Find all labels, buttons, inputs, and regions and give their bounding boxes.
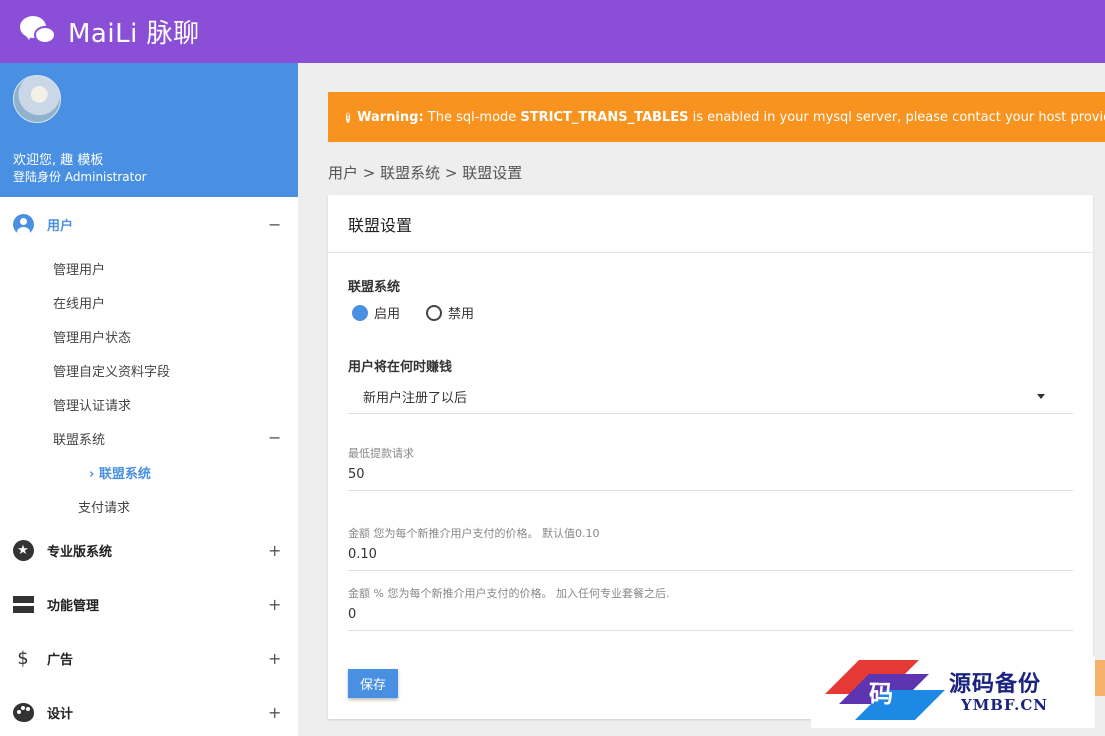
amount-input[interactable]: 0.10	[348, 547, 1073, 570]
sidebar-item-custom-fields[interactable]: 管理自定义资料字段	[53, 361, 170, 380]
nav-label-ads: 广告	[47, 652, 74, 668]
radio-enable[interactable]: 启用	[352, 303, 400, 322]
top-bar: MaiLi 脉聊	[0, 0, 1105, 63]
earn-when-value: 新用户注册了以后	[363, 391, 468, 406]
alert-icon: !	[346, 111, 351, 123]
watermark-emblem-icon: 码	[825, 660, 945, 720]
nav-section-pro[interactable]: ★ 专业版系统 +	[0, 530, 298, 570]
bars-icon	[12, 593, 34, 615]
warning-text: The sql-mode	[423, 109, 521, 125]
watermark-logo: 码 源码备份 YMBF.CN	[811, 656, 1095, 728]
earn-when-label: 用户将在何时赚钱	[348, 360, 453, 375]
sidebar-item-online-users[interactable]: 在线用户	[53, 293, 105, 312]
min-withdraw-label: 最低提款请求	[348, 447, 414, 460]
welcome-text: 欢迎您, 趣 模板	[13, 153, 104, 168]
nav-section-design[interactable]: 设计 +	[0, 692, 298, 732]
amount-field[interactable]: 金额 您为每个新推介用户支付的价格。 默认值0.10 0.10	[348, 525, 1073, 571]
breadcrumb: 用户 > 联盟系统 > 联盟设置	[328, 164, 523, 182]
radio-disable-label: 禁用	[448, 307, 475, 322]
chevron-right-icon: ›	[89, 467, 95, 482]
watermark-title: 源码备份	[949, 672, 1042, 697]
avatar[interactable]	[13, 75, 61, 123]
collapse-icon[interactable]: −	[268, 428, 281, 447]
radio-checked-icon[interactable]	[352, 304, 368, 321]
collapse-icon[interactable]: −	[268, 215, 281, 234]
warning-mode: STRICT_TRANS_TABLES	[520, 109, 689, 125]
percent-label: 金额 % 您为每个新推介用户支付的价格。 加入任何专业套餐之后.	[348, 587, 670, 600]
card-title: 联盟设置	[328, 195, 1093, 253]
affiliate-system-label: 联盟系统	[348, 280, 401, 295]
percent-field[interactable]: 金额 % 您为每个新推介用户支付的价格。 加入任何专业套餐之后. 0	[348, 585, 1073, 631]
nav-section-features[interactable]: 功能管理 +	[0, 584, 298, 624]
sidebar-item-manage-users[interactable]: 管理用户	[53, 259, 105, 278]
user-circle-icon	[12, 213, 34, 235]
min-withdraw-input[interactable]: 50	[348, 467, 1073, 490]
sidebar-item-affiliate-settings[interactable]: › 联盟系统	[89, 463, 151, 482]
watermark-glyph: 码	[869, 680, 893, 708]
nav-label-design: 设计	[47, 706, 74, 722]
nav-section-ads[interactable]: $ 广告 +	[0, 638, 298, 678]
caret-down-icon	[1037, 394, 1045, 399]
warning-prefix: Warning:	[357, 109, 424, 125]
sidebar-item-user-status[interactable]: 管理用户状态	[53, 327, 131, 346]
earn-when-select[interactable]: 新用户注册了以后	[348, 380, 1073, 414]
dollar-icon: $	[17, 647, 29, 669]
role-text: 登陆身份 Administrator	[13, 170, 147, 184]
star-icon: ★	[12, 539, 34, 561]
radio-unchecked-icon[interactable]	[426, 304, 443, 321]
profile-panel: 欢迎您, 趣 模板 登陆身份 Administrator	[0, 63, 298, 197]
radio-disable[interactable]: 禁用	[426, 303, 474, 322]
watermark-domain: YMBF.CN	[961, 696, 1049, 714]
sidebar-item-affiliate[interactable]: 联盟系统	[53, 429, 105, 448]
nav-label-pro: 专业版系统	[47, 544, 113, 560]
min-withdraw-field[interactable]: 最低提款请求 50	[348, 445, 1073, 491]
affiliate-settings-card: 联盟设置 联盟系统 启用 禁用 用户将在何时赚钱 新用户注册了以后 最低提款请求…	[328, 195, 1093, 719]
percent-input[interactable]: 0	[348, 607, 1073, 630]
affiliate-system-radios: 启用 禁用	[352, 303, 500, 322]
nav-section-users[interactable]: 用户 −	[0, 204, 298, 244]
sidebar-item-verification[interactable]: 管理认证请求	[53, 395, 131, 414]
warning-text-rest: is enabled in your mysql server, please …	[692, 109, 1105, 125]
expand-icon[interactable]: +	[268, 703, 281, 722]
radio-enable-label: 启用	[374, 307, 401, 322]
chat-bubbles-icon	[20, 15, 58, 48]
sidebar-item-payment-requests[interactable]: 支付请求	[78, 497, 130, 516]
brand-title[interactable]: MaiLi 脉聊	[68, 13, 200, 50]
save-button[interactable]: 保存	[348, 669, 398, 698]
palette-icon	[12, 701, 34, 723]
expand-icon[interactable]: +	[268, 541, 281, 560]
sidebar-item-label: 联盟系统	[98, 467, 151, 482]
expand-icon[interactable]: +	[268, 595, 281, 614]
warning-banner: ! Warning: The sql-mode STRICT_TRANS_TAB…	[328, 92, 1105, 142]
expand-icon[interactable]: +	[268, 649, 281, 668]
nav-label-features: 功能管理	[47, 598, 100, 614]
sidebar: 欢迎您, 趣 模板 登陆身份 Administrator 用户 − 管理用户 在…	[0, 63, 298, 736]
amount-label: 金额 您为每个新推介用户支付的价格。 默认值0.10	[348, 527, 600, 540]
nav-label-users: 用户	[47, 218, 74, 234]
